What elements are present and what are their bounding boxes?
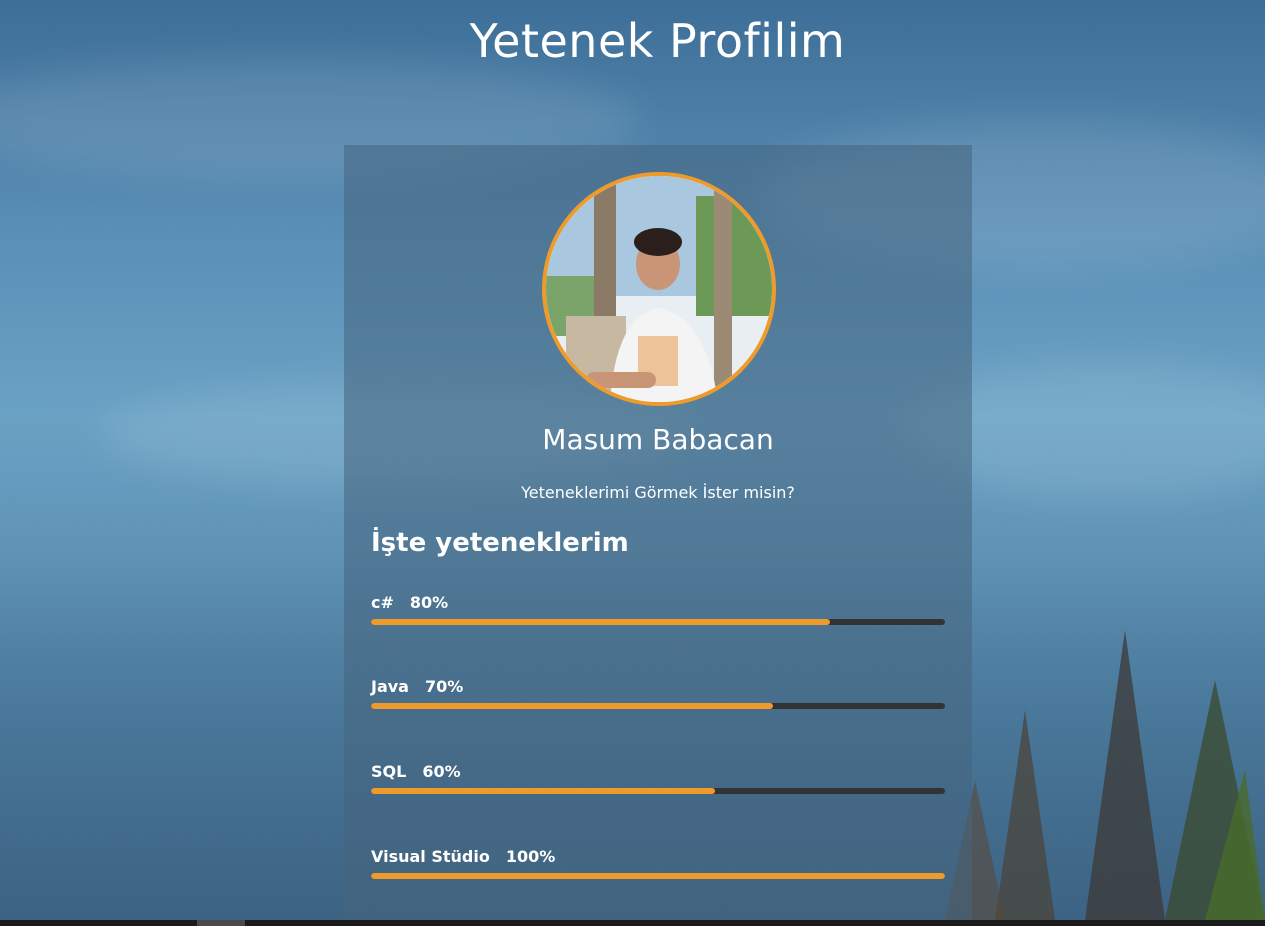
scrollbar-thumb[interactable]	[197, 920, 245, 926]
skill-name: Visual Stüdio	[371, 847, 490, 866]
skill-percent: 100%	[505, 847, 556, 866]
skill-java: Java 70%	[371, 677, 945, 709]
skill-progress-track	[371, 703, 945, 709]
skill-percent: 70%	[424, 677, 464, 696]
skill-label: Visual Stüdio 100%	[371, 847, 945, 866]
profile-subtitle: Yeteneklerimi Görmek İster misin?	[521, 483, 795, 502]
page-title: Yetenek Profilim	[469, 14, 846, 68]
skill-name: Java	[371, 677, 409, 696]
skill-csharp: c# 80%	[371, 593, 945, 625]
skill-percent: 60%	[422, 762, 461, 781]
skill-progress-fill	[371, 788, 716, 794]
skill-progress-track	[371, 873, 945, 879]
skill-progress-fill	[371, 703, 773, 709]
skill-progress-track	[371, 619, 945, 625]
profile-name: Masum Babacan	[542, 423, 774, 456]
horizontal-scrollbar[interactable]	[0, 920, 1265, 926]
skill-sql: SQL 60%	[371, 762, 945, 794]
skill-name: SQL	[371, 762, 407, 781]
avatar-photo	[546, 176, 772, 402]
skill-label: Java 70%	[371, 677, 945, 696]
skill-progress-fill	[371, 873, 945, 879]
profile-avatar	[542, 172, 776, 406]
skill-name: c#	[371, 593, 394, 612]
skill-progress-fill	[371, 619, 831, 625]
skill-progress-track	[371, 788, 945, 794]
skill-label: SQL 60%	[371, 762, 945, 781]
skills-heading: İşte yeteneklerim	[371, 528, 629, 558]
trees-illustration	[945, 630, 1265, 920]
profile-card: Masum Babacan Yeteneklerimi Görmek İster…	[344, 145, 972, 920]
skill-visual-studio: Visual Stüdio 100%	[371, 847, 945, 879]
skill-percent: 80%	[409, 593, 449, 612]
skill-label: c# 80%	[371, 593, 945, 612]
